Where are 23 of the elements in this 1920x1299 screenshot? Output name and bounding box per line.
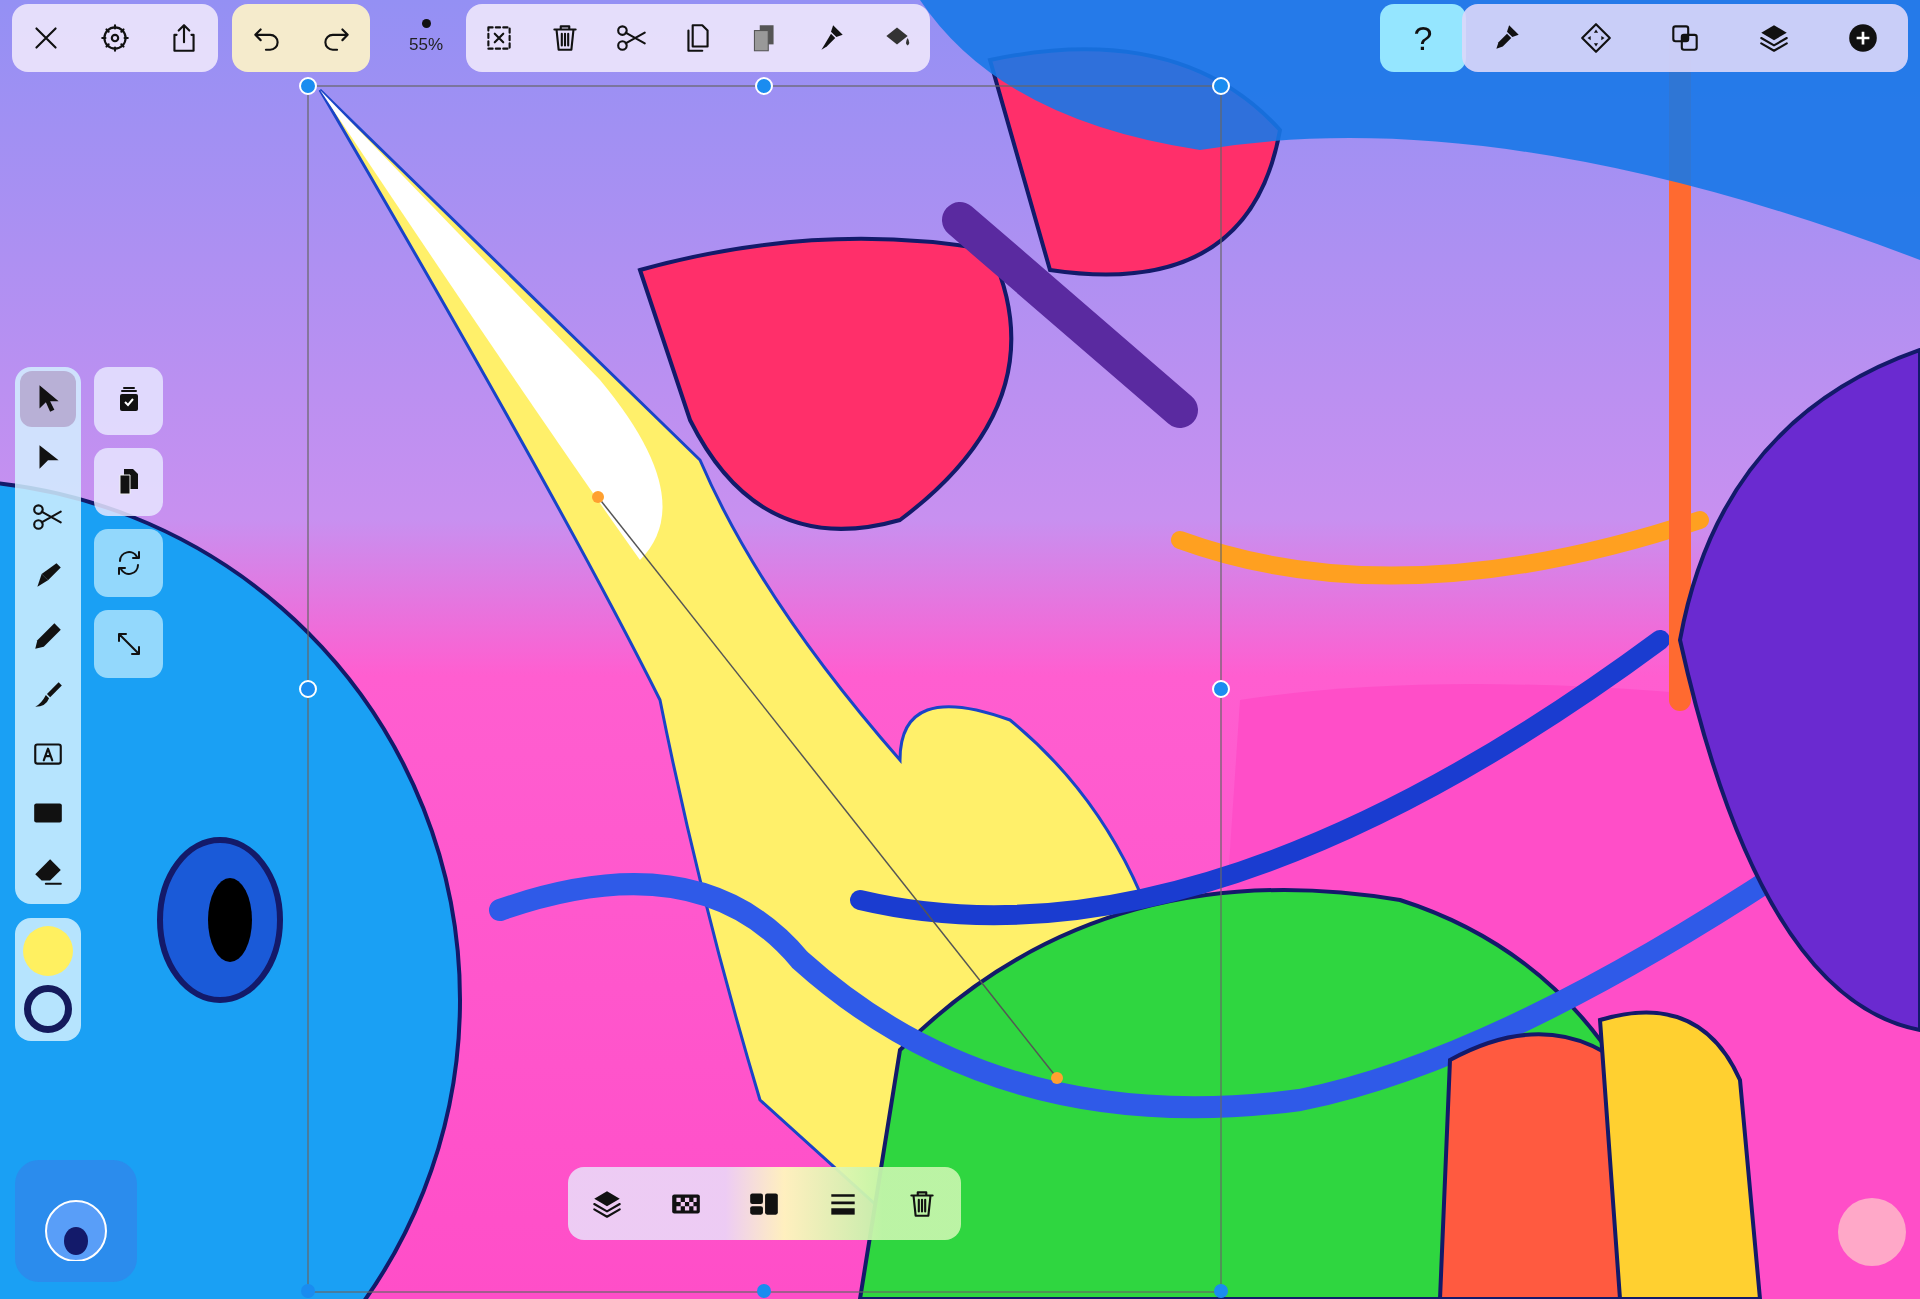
resize-handle[interactable] [755, 77, 773, 95]
resize-handle[interactable] [299, 680, 317, 698]
fill-swatch[interactable] [23, 926, 73, 977]
stroke-swatch[interactable] [24, 984, 72, 1033]
resize-handle[interactable] [1212, 680, 1230, 698]
diamond-icon [1578, 21, 1613, 55]
resize-handle[interactable] [757, 1284, 771, 1298]
tool-button[interactable] [20, 371, 76, 427]
rotate-button[interactable] [94, 529, 163, 597]
gradient-handle[interactable] [592, 491, 604, 503]
zoom-level: 55% [409, 33, 443, 56]
resize-handle[interactable] [1214, 1284, 1228, 1298]
gradient-handle[interactable] [1051, 1072, 1063, 1084]
resize-handle[interactable] [299, 77, 317, 95]
dot-icon [421, 18, 431, 28]
help-button[interactable]: ? [1380, 4, 1466, 72]
resize-handle[interactable] [1212, 77, 1230, 95]
documents-button[interactable] [94, 448, 163, 516]
resize-handle[interactable] [301, 1284, 315, 1298]
joystick-control[interactable] [15, 1160, 137, 1282]
gear-icon [98, 21, 132, 55]
resize-button[interactable] [94, 610, 163, 678]
archive-button[interactable] [94, 367, 163, 435]
